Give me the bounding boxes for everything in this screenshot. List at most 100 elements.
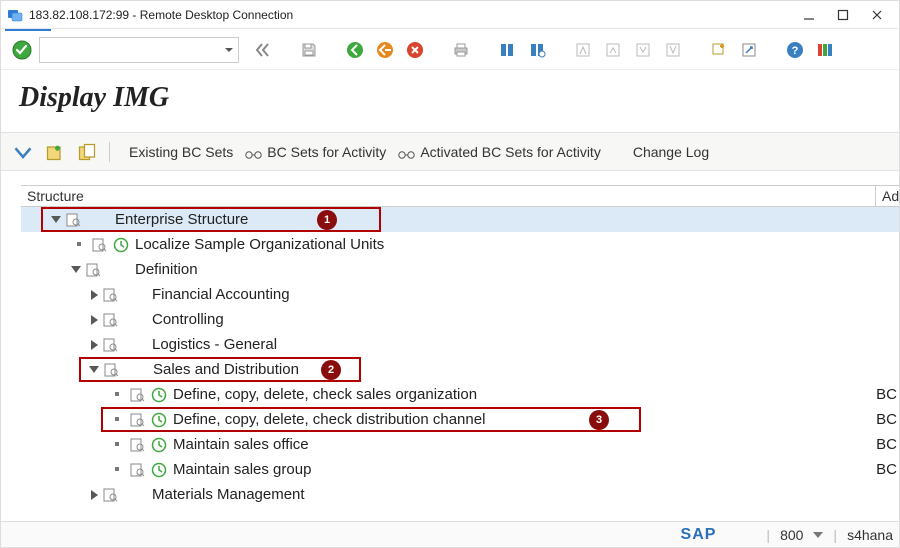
help-icon[interactable]: ? [783, 39, 807, 61]
tree-row-dist-channel[interactable]: Define, copy, delete, check distribution… [21, 407, 899, 432]
tree-label: Maintain sales group [173, 459, 311, 481]
col-additional: Ad [876, 186, 900, 206]
copy-node-icon[interactable] [77, 142, 97, 162]
annotation-badge-3: 3 [589, 410, 609, 430]
doc-icon[interactable] [65, 212, 81, 228]
doc-icon[interactable] [102, 487, 118, 503]
page-title: Display IMG [19, 82, 881, 114]
expand-all-icon[interactable] [13, 142, 33, 162]
maximize-button[interactable] [833, 5, 853, 25]
tree-row-sales-distribution[interactable]: Sales and Distribution [21, 357, 899, 382]
cancel-icon[interactable] [403, 39, 427, 61]
window: 183.82.108.172:99 - Remote Desktop Conne… [0, 0, 900, 548]
bc-sets-for-activity-label: BC Sets for Activity [267, 144, 386, 160]
doc-icon[interactable] [102, 337, 118, 353]
activity-icon[interactable] [151, 387, 167, 403]
save-icon[interactable] [297, 39, 321, 61]
rdp-icon [7, 7, 23, 23]
activity-icon[interactable] [151, 437, 167, 453]
tree-label: Define, copy, delete, check sales organi… [173, 384, 477, 406]
tree-row[interactable]: Maintain sales office BC [21, 432, 899, 457]
chevrons-left-icon[interactable] [251, 39, 275, 61]
activated-bc-sets-button[interactable]: Activated BC Sets for Activity [398, 144, 601, 160]
layout-icon[interactable] [813, 39, 837, 61]
close-button[interactable] [867, 5, 887, 25]
titlebar: 183.82.108.172:99 - Remote Desktop Conne… [1, 1, 899, 29]
tree-label: Materials Management [152, 484, 305, 506]
chevron-down-icon[interactable] [813, 532, 823, 538]
tree-label: Definition [135, 259, 198, 281]
activity-icon[interactable] [151, 412, 167, 428]
chevron-right-icon[interactable] [91, 490, 98, 500]
minimize-button[interactable] [799, 5, 819, 25]
main-toolbar: ? [1, 31, 899, 69]
find-next-icon[interactable] [525, 39, 549, 61]
window-title: 183.82.108.172:99 - Remote Desktop Conne… [29, 8, 293, 22]
prev-page-icon[interactable] [601, 39, 625, 61]
doc-icon[interactable] [129, 437, 145, 453]
divider: | [833, 527, 837, 543]
bc-sets-for-activity-button[interactable]: BC Sets for Activity [245, 144, 386, 160]
doc-icon[interactable] [85, 262, 101, 278]
sap-logo: SAP [681, 526, 717, 544]
doc-icon[interactable] [103, 362, 119, 378]
chevron-down-icon[interactable] [71, 266, 81, 273]
img-toolbar: Existing BC Sets BC Sets for Activity Ac… [1, 133, 899, 171]
tree-label: Financial Accounting [152, 284, 290, 306]
chevron-down-icon[interactable] [89, 366, 99, 373]
next-page-icon[interactable] [631, 39, 655, 61]
back-icon[interactable] [343, 39, 367, 61]
tree-row[interactable]: Controlling [21, 307, 899, 332]
glasses-icon [245, 147, 263, 157]
add-node-icon[interactable] [45, 142, 65, 162]
doc-icon[interactable] [129, 387, 145, 403]
window-controls [799, 5, 893, 25]
doc-icon[interactable] [102, 287, 118, 303]
page-header: Display IMG [1, 69, 899, 133]
ok-check-icon[interactable] [11, 39, 33, 61]
chevron-right-icon[interactable] [91, 340, 98, 350]
zoom-value[interactable]: 800 [780, 527, 803, 543]
doc-icon[interactable] [129, 412, 145, 428]
doc-icon[interactable] [102, 312, 118, 328]
tree-row[interactable]: Materials Management [21, 482, 899, 507]
tree-label: Localize Sample Organizational Units [135, 234, 384, 256]
tree-row-enterprise-structure[interactable]: Enterprise Structure [21, 207, 899, 232]
annotation-badge-2: 2 [321, 360, 341, 380]
divider: | [766, 527, 770, 543]
leaf-dot-icon [77, 242, 81, 246]
tree-label: Define, copy, delete, check distribution… [173, 409, 485, 431]
tree-row[interactable]: Define, copy, delete, check sales organi… [21, 382, 899, 407]
col-structure: Structure [21, 186, 876, 206]
chevron-down-icon[interactable] [51, 216, 61, 223]
tree-label: Controlling [152, 309, 224, 331]
tree-row[interactable]: Financial Accounting [21, 282, 899, 307]
client-name: s4hana [847, 527, 893, 543]
activated-bc-sets-label: Activated BC Sets for Activity [420, 144, 601, 160]
chevron-right-icon[interactable] [91, 290, 98, 300]
first-page-icon[interactable] [571, 39, 595, 61]
find-icon[interactable] [495, 39, 519, 61]
change-log-button[interactable]: Change Log [633, 144, 709, 160]
leaf-dot-icon [115, 417, 119, 421]
new-session-icon[interactable] [707, 39, 731, 61]
print-icon[interactable] [449, 39, 473, 61]
chevron-right-icon[interactable] [91, 315, 98, 325]
tree-row-definition[interactable]: Definition [21, 257, 899, 282]
svg-text:?: ? [792, 45, 799, 57]
tree-header: Structure Ad [21, 185, 899, 207]
last-page-icon[interactable] [661, 39, 685, 61]
doc-icon[interactable] [91, 237, 107, 253]
exit-icon[interactable] [373, 39, 397, 61]
command-field[interactable] [39, 37, 239, 63]
tree-row[interactable]: Localize Sample Organizational Units [21, 232, 899, 257]
tree-row[interactable]: Maintain sales group BC [21, 457, 899, 482]
existing-bc-sets-button[interactable]: Existing BC Sets [129, 144, 233, 160]
shortcut-icon[interactable] [737, 39, 761, 61]
tree-row[interactable]: Logistics - General [21, 332, 899, 357]
activity-icon[interactable] [151, 462, 167, 478]
tree-label: Logistics - General [152, 334, 277, 356]
doc-icon[interactable] [129, 462, 145, 478]
leaf-dot-icon [115, 467, 119, 471]
activity-icon[interactable] [113, 237, 129, 253]
